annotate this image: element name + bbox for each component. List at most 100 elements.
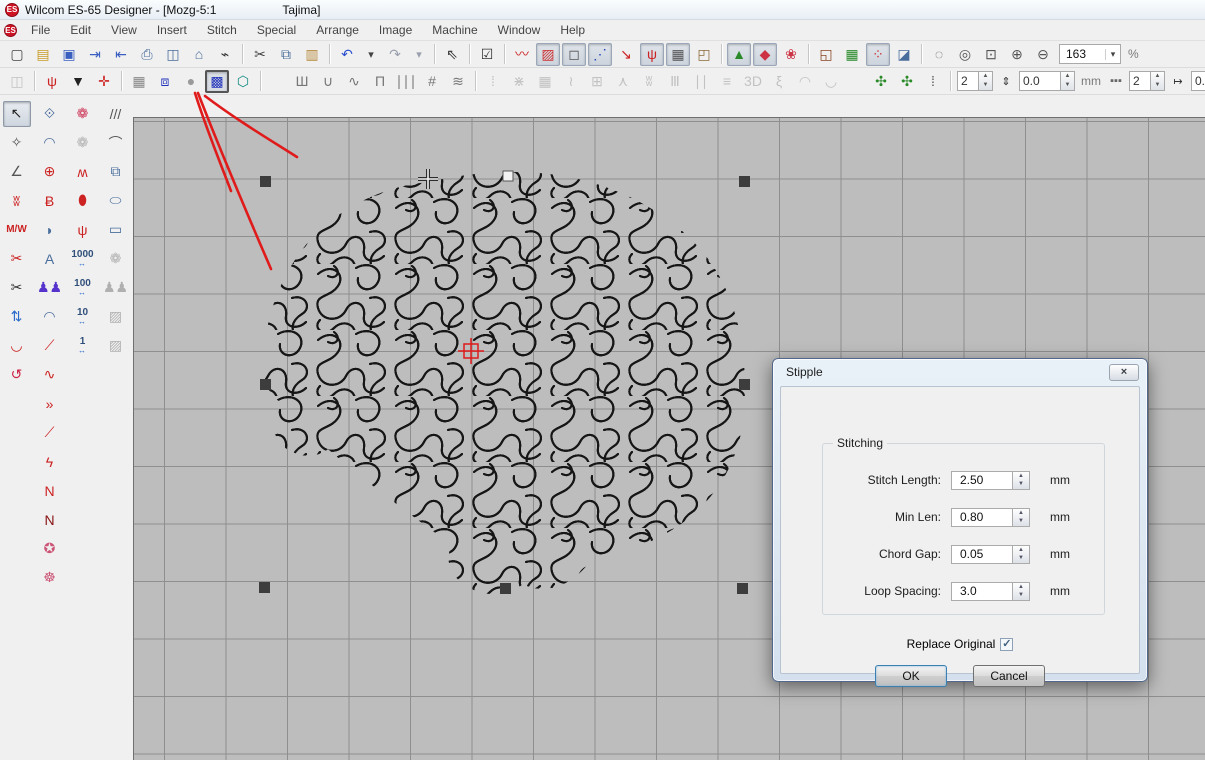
florentine-effect[interactable]: ≀ [559,70,583,93]
show-threads[interactable]: 〰 [510,43,534,66]
mirror-people[interactable]: ♟♟ [36,275,64,301]
new-design[interactable]: ▢ [5,43,29,66]
select-tool[interactable]: ↖ [3,101,31,127]
redo-menu[interactable]: ▾ [409,43,429,66]
stitch-length-spinner[interactable]: ▲▼ [1013,471,1030,490]
stitch-colors[interactable]: ▦ [840,43,864,66]
zoom-in[interactable]: ⊕ [1005,43,1029,66]
zoom-100[interactable]: ◎ [953,43,977,66]
save-design[interactable]: ▣ [57,43,81,66]
flower-input[interactable]: ❁ [69,101,97,127]
contour-fill[interactable]: ≡ [715,70,739,93]
show-bitmap[interactable]: ▲ [727,43,751,66]
show-needle-points[interactable]: ⋰ [588,43,612,66]
line-reshape[interactable]: ⟋ [36,333,64,359]
start-point-marker[interactable] [503,171,513,181]
menu-file[interactable]: File [21,21,60,39]
ok-button[interactable]: OK [875,665,947,687]
connect-machine[interactable]: ⌁ [213,43,237,66]
wave-fill[interactable]: ≋ [446,70,470,93]
min-len-input[interactable]: 0.80 [951,508,1013,527]
ring-fill[interactable]: ◡ [819,70,843,93]
document-icon[interactable]: ES [4,24,17,37]
radial-fill[interactable]: ☸ [36,565,64,591]
fancy-fill[interactable]: ⋇ [507,70,531,93]
texture-2[interactable]: ▨ [102,333,130,359]
arc-parallel[interactable]: ⌒ [102,130,130,156]
show-stitches[interactable]: ▨ [536,43,560,66]
selection-handle-bottom-right[interactable] [737,583,748,594]
spinner-arrows[interactable]: ▲▼ [979,71,993,91]
chord-gap-input[interactable]: 0.05 [951,545,1013,564]
stitch-length-input[interactable]: 2.50 [951,471,1013,490]
stitch-edit[interactable]: ψ [40,70,64,93]
zigzag-stitch[interactable]: ∿ [342,70,366,93]
e-stitch[interactable]: ∪ [316,70,340,93]
grid-fill[interactable]: # [420,70,444,93]
menu-machine[interactable]: Machine [422,21,487,39]
cancel-button[interactable]: Cancel [973,665,1045,687]
zoom-1000[interactable]: 1000↔ [69,246,97,272]
selection-handle-mid-left[interactable] [260,379,271,390]
morphing-a[interactable]: ✣ [869,70,893,93]
satin-stitch[interactable]: Ш [290,70,314,93]
open-shape-tool[interactable]: ∠ [3,159,31,185]
show-vectors[interactable]: ❀ [779,43,803,66]
open-design[interactable]: ▤ [31,43,55,66]
zoom-1[interactable]: 1↔ [69,333,97,359]
selection-handle-top-right[interactable] [739,176,750,187]
underlay-count[interactable]: 2▲▼ [1129,71,1165,91]
menu-view[interactable]: View [101,21,147,39]
menu-insert[interactable]: Insert [147,21,197,39]
auto-apply-check[interactable]: ☑ [475,43,499,66]
penetration-circle[interactable]: ⊕ [36,159,64,185]
applique-dome[interactable]: ◠ [36,304,64,330]
send-to-machine[interactable]: ⌂ [187,43,211,66]
show-outlines[interactable]: ◻ [562,43,586,66]
show-grid[interactable]: ▦ [666,43,690,66]
spinner-arrows[interactable]: ▲▼ [1151,71,1165,91]
menu-image[interactable]: Image [369,21,422,39]
selection-handle-mid-right[interactable] [739,379,750,390]
3d-warp[interactable]: 3D [741,70,765,93]
lasso-select[interactable]: ✧ [3,130,31,156]
open-path[interactable]: N [36,478,64,504]
ellipse-tool[interactable]: ⬭ [102,188,130,214]
flower-edit[interactable]: ❁ [69,130,97,156]
mesh-fill[interactable]: ▦ [533,70,557,93]
save-to-machine[interactable]: ⇥ [83,43,107,66]
print-preview[interactable]: ◫ [161,43,185,66]
zoom-level[interactable]: 163▾ [1059,44,1121,64]
stitch-ratio[interactable]: M/W [3,217,31,243]
dim-bitmap[interactable]: ◆ [753,43,777,66]
rotate-tool[interactable]: ↺ [3,362,31,388]
complex-fill[interactable]: ⧉ [102,159,130,185]
parallel-weave[interactable]: /// [102,101,130,127]
menu-arrange[interactable]: Arrange [306,21,369,39]
run-line[interactable]: ⟋ [36,420,64,446]
zoom-10[interactable]: 10↔ [69,304,97,330]
show-hoop[interactable]: ◰ [692,43,716,66]
pattern-stamp[interactable]: ▦ [127,70,151,93]
applique-tool[interactable]: ◗ [36,217,64,243]
selection-handle-bottom-center[interactable] [500,583,511,594]
write-to-card[interactable]: ⇤ [109,43,133,66]
remove-overlaps[interactable]: Ƀ [36,188,64,214]
stitch-spacing[interactable]: 0.0▲▼ [1019,71,1075,91]
stitch-path[interactable]: N [36,507,64,533]
flexi-split[interactable]: Ⅲ [663,70,687,93]
redo[interactable]: ↷ [383,43,407,66]
chord-gap-spinner[interactable]: ▲▼ [1013,545,1030,564]
lettering-tool[interactable]: A [36,246,64,272]
stitch-length-icon[interactable]: ↦ [1168,70,1188,93]
copy[interactable]: ⧉ [274,43,298,66]
color-film[interactable]: ⁘ [866,43,890,66]
selection-handle-bottom-left[interactable] [259,582,270,593]
blob-shape[interactable]: ● [179,70,203,93]
zoom-box[interactable]: ⊡ [979,43,1003,66]
program-split[interactable]: ʬ [637,70,661,93]
monogram-tool[interactable]: ❁ [102,246,130,272]
fork-spacing[interactable]: ψ [69,217,97,243]
reshape-add-node[interactable]: ✛ [92,70,116,93]
spinner-arrows[interactable]: ▲▼ [1061,71,1075,91]
